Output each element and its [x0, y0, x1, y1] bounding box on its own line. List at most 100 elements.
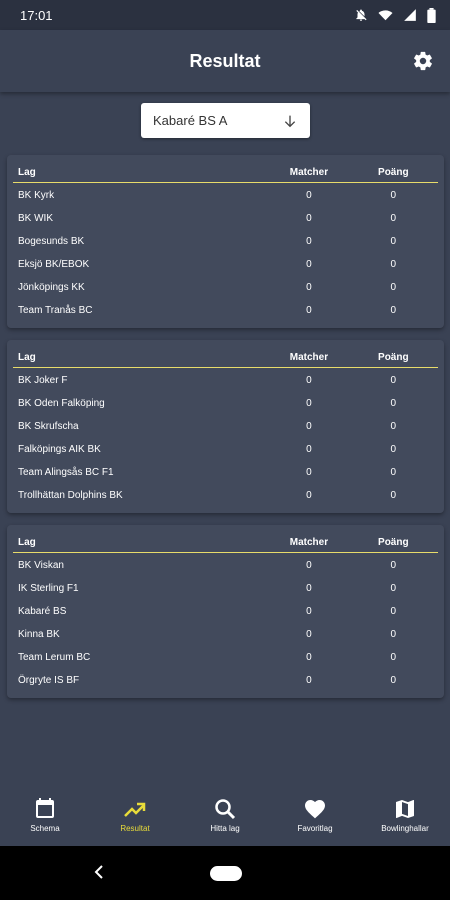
points-value: 0	[390, 259, 397, 270]
points-value: 0	[390, 583, 397, 594]
team-name: Örgryte IS BF	[18, 675, 80, 686]
table-row[interactable]: Falköpings AIK BK 0 0	[13, 438, 438, 461]
matches-value: 0	[306, 490, 312, 501]
points-value: 0	[390, 652, 397, 663]
group-table: Lag Matcher Poäng BK Viskan 0 0 IK Sterlin…	[7, 525, 444, 698]
team-name: Trollhättan Dolphins BK	[18, 490, 123, 501]
nav-schema[interactable]: Schema	[0, 789, 90, 846]
team-name: BK Oden Falköping	[18, 398, 105, 409]
nav-label: Favoritlag	[297, 824, 333, 833]
header-points: Poäng	[378, 352, 409, 363]
table-header: Lag Matcher Poäng	[13, 525, 438, 553]
signal-icon	[404, 9, 416, 21]
header-points: Poäng	[378, 167, 409, 178]
matches-value: 0	[306, 444, 312, 455]
nav-label: Schema	[30, 824, 60, 833]
table-row[interactable]: BK Oden Falköping 0 0	[13, 392, 438, 415]
matches-value: 0	[306, 606, 312, 617]
division-select-value: Kabaré BS A	[153, 113, 228, 128]
header-points: Poäng	[378, 537, 409, 548]
team-name: Bogesunds BK	[18, 236, 85, 247]
team-name: BK Joker F	[18, 375, 68, 386]
notifications-off-icon	[356, 9, 367, 21]
points-value: 0	[390, 629, 397, 640]
team-name: BK Skrufscha	[18, 421, 79, 432]
matches-value: 0	[306, 398, 312, 409]
division-select[interactable]: Kabaré BS A	[141, 103, 310, 138]
table-row[interactable]: IK Sterling F1 0 0	[13, 577, 438, 600]
chevron-left-icon	[94, 865, 103, 879]
page-title: Resultat	[189, 50, 261, 71]
table-row[interactable]: Kinna BK 0 0	[13, 623, 438, 646]
table-row[interactable]: Jönköpings KK 0 0	[13, 276, 438, 299]
team-name: Jönköpings KK	[18, 282, 85, 293]
table-row[interactable]: BK Kyrk 0 0	[13, 184, 438, 207]
table-row[interactable]: Bogesunds BK 0 0	[13, 230, 438, 253]
points-value: 0	[390, 444, 397, 455]
header-team: Lag	[18, 352, 36, 363]
points-value: 0	[390, 213, 397, 224]
points-value: 0	[390, 560, 397, 571]
matches-value: 0	[306, 259, 312, 270]
matches-value: 0	[306, 375, 312, 386]
system-nav-bar	[0, 846, 450, 900]
nav-favoritlag[interactable]: Favoritlag	[270, 789, 360, 846]
table-row[interactable]: Team Tranås BC 0 0	[13, 299, 438, 322]
team-name: Kabaré BS	[18, 606, 67, 617]
header-matches: Matcher	[289, 167, 329, 178]
nav-label: Resultat	[120, 824, 150, 833]
table-row[interactable]: Örgryte IS BF 0 0	[13, 669, 438, 692]
group-table: Lag Matcher Poäng BK Joker F 0 0 BK Oden F…	[7, 340, 444, 513]
matches-value: 0	[306, 282, 312, 293]
team-name: BK WIK	[18, 213, 54, 224]
table-header: Lag Matcher Poäng	[13, 155, 438, 183]
matches-value: 0	[306, 629, 312, 640]
team-name: BK Kyrk	[18, 190, 55, 201]
settings-button[interactable]	[412, 50, 434, 72]
team-name: Team Alingsås BC F1	[18, 467, 114, 478]
battery-icon	[427, 7, 436, 23]
table-row[interactable]: Team Lerum BC 0 0	[13, 646, 438, 669]
arrow-down-icon	[284, 115, 296, 127]
table-row[interactable]: BK WIK 0 0	[13, 207, 438, 230]
team-name: Team Tranås BC	[18, 305, 93, 316]
points-value: 0	[390, 282, 397, 293]
map-icon	[396, 800, 414, 818]
table-row[interactable]: Trollhättan Dolphins BK 0 0	[13, 484, 438, 507]
nav-label: Bowlinghallar	[381, 824, 429, 833]
points-value: 0	[390, 675, 397, 686]
matches-value: 0	[306, 560, 312, 571]
header-matches: Matcher	[289, 352, 329, 363]
team-name: Falköpings AIK BK	[18, 444, 101, 455]
table-row[interactable]: BK Joker F 0 0	[13, 369, 438, 392]
home-button[interactable]	[210, 866, 242, 881]
heart-icon	[305, 800, 325, 819]
nav-bowlinghallar[interactable]: Bowlinghallar	[360, 789, 450, 846]
matches-value: 0	[306, 190, 312, 201]
points-value: 0	[390, 190, 397, 201]
table-row[interactable]: Team Alingsås BC F1 0 0	[13, 461, 438, 484]
matches-value: 0	[306, 213, 312, 224]
group-table: Lag Matcher Poäng BK Kyrk 0 0 BK WIK 0 0 Bog…	[7, 155, 444, 328]
points-value: 0	[390, 305, 397, 316]
gear-icon	[414, 51, 432, 71]
nav-resultat[interactable]: Resultat	[90, 789, 180, 846]
nav-label: Hitta lag	[210, 824, 240, 833]
app-bar: Resultat	[0, 30, 450, 92]
matches-value: 0	[306, 236, 312, 247]
table-row[interactable]: Kabaré BS 0 0	[13, 600, 438, 623]
table-row[interactable]: Eksjö BK/EBOK 0 0	[13, 253, 438, 276]
back-button[interactable]	[92, 864, 106, 885]
table-row[interactable]: BK Skrufscha 0 0	[13, 415, 438, 438]
team-name: Team Lerum BC	[18, 652, 91, 663]
matches-value: 0	[306, 583, 312, 594]
team-name: IK Sterling F1	[18, 583, 79, 594]
points-value: 0	[390, 398, 397, 409]
points-value: 0	[390, 490, 397, 501]
table-row[interactable]: BK Viskan 0 0	[13, 554, 438, 577]
nav-hitta-lag[interactable]: Hitta lag	[180, 789, 270, 846]
table-header: Lag Matcher Poäng	[13, 340, 438, 368]
matches-value: 0	[306, 467, 312, 478]
header-team: Lag	[18, 167, 36, 178]
points-value: 0	[390, 606, 397, 617]
